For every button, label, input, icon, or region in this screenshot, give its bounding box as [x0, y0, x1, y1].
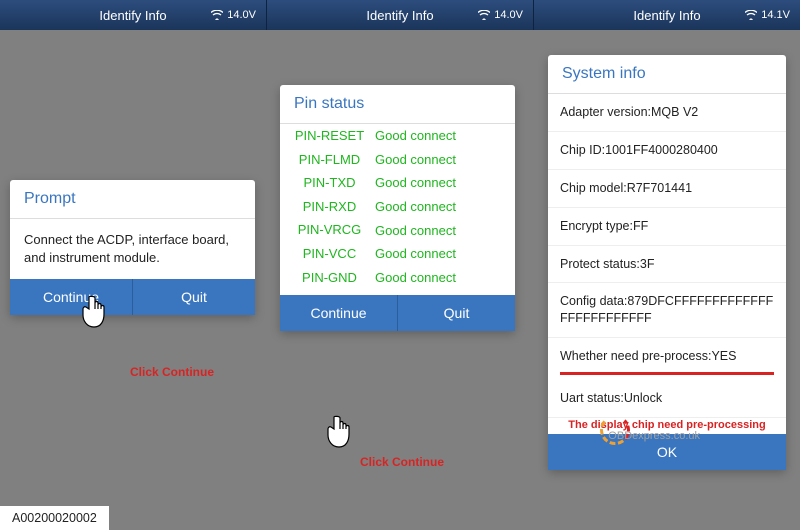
- ok-button[interactable]: OK: [548, 434, 786, 470]
- pin-row: PIN-RESET Good connect: [280, 124, 515, 148]
- pin-row: PIN-RXD Good connect: [280, 195, 515, 219]
- wifi-icon: [478, 10, 490, 20]
- system-info-dialog: System info Adapter version:MQB V2 Chip …: [548, 55, 786, 470]
- pin-name: PIN-FLMD: [292, 152, 367, 168]
- red-underline: [560, 372, 774, 375]
- quit-button[interactable]: Quit: [398, 295, 515, 331]
- pin-status: Good connect: [367, 199, 456, 214]
- sys-row: Config data:879DFCFFFFFFFFFFFFFFFFFFFFFF…: [548, 283, 786, 338]
- sys-row: Uart status:Unlock: [548, 376, 786, 418]
- pin-status: Good connect: [367, 152, 456, 167]
- prompt-buttons: Continue Quit: [10, 279, 255, 315]
- prompt-title: Prompt: [10, 180, 255, 219]
- pin-status-dialog: Pin status PIN-RESET Good connect PIN-FL…: [280, 85, 515, 331]
- quit-button[interactable]: Quit: [133, 279, 255, 315]
- wifi-icon: [211, 10, 223, 20]
- pin-rows: PIN-RESET Good connect PIN-FLMD Good con…: [280, 124, 515, 295]
- pin-row: PIN-VRCG Good connect: [280, 218, 515, 242]
- header-voltage: 14.0V: [494, 9, 523, 21]
- header-cell-1: Identify Info 14.0V: [0, 0, 267, 30]
- header-status: 14.0V: [211, 9, 256, 21]
- header-status: 14.0V: [478, 9, 523, 21]
- sys-row: Chip model:R7F701441: [548, 170, 786, 208]
- pin-name: PIN-TXD: [292, 175, 367, 191]
- sys-row: Whether need pre-process:YES: [548, 338, 786, 375]
- header-status: 14.1V: [745, 9, 790, 21]
- pin-status-title: Pin status: [280, 85, 515, 124]
- sys-row: Encrypt type:FF: [548, 208, 786, 246]
- header-voltage: 14.0V: [227, 9, 256, 21]
- pin-row: PIN-VCC Good connect: [280, 242, 515, 266]
- preprocess-note: The display chip need pre-processing: [548, 418, 786, 434]
- sys-row: Chip ID:1001FF4000280400: [548, 132, 786, 170]
- header-title: Identify Info: [366, 8, 433, 23]
- pin-buttons: Continue Quit: [280, 295, 515, 331]
- pin-row: PIN-GND Good connect: [280, 266, 515, 296]
- pin-name: PIN-VRCG: [292, 222, 367, 238]
- pin-row: PIN-TXD Good connect: [280, 171, 515, 195]
- pin-row: PIN-FLMD Good connect: [280, 148, 515, 172]
- header-cell-3: Identify Info 14.1V: [534, 0, 800, 30]
- annotation-click-continue-1: Click Continue: [130, 365, 214, 379]
- continue-button[interactable]: Continue: [10, 279, 133, 315]
- header-title: Identify Info: [99, 8, 166, 23]
- sys-row: Protect status:3F: [548, 246, 786, 284]
- pin-status: Good connect: [367, 175, 456, 190]
- pin-name: PIN-RXD: [292, 199, 367, 215]
- system-info-title: System info: [548, 55, 786, 94]
- prompt-body: Connect the ACDP, interface board, and i…: [10, 219, 255, 279]
- header-cell-2: Identify Info 14.0V: [267, 0, 534, 30]
- header-bar: Identify Info 14.0V Identify Info 14.0V …: [0, 0, 800, 30]
- cursor-icon: [325, 415, 351, 449]
- pin-status: Good connect: [367, 270, 456, 285]
- header-voltage: 14.1V: [761, 9, 790, 21]
- header-title: Identify Info: [633, 8, 700, 23]
- prompt-dialog: Prompt Connect the ACDP, interface board…: [10, 180, 255, 315]
- pin-name: PIN-RESET: [292, 128, 367, 144]
- pin-status: Good connect: [367, 128, 456, 143]
- wifi-icon: [745, 10, 757, 20]
- continue-button[interactable]: Continue: [280, 295, 398, 331]
- system-info-rows[interactable]: Adapter version:MQB V2 Chip ID:1001FF400…: [548, 94, 786, 418]
- sys-row: Adapter version:MQB V2: [548, 94, 786, 132]
- bottom-code: A00200020002: [0, 506, 109, 530]
- annotation-click-continue-2: Click Continue: [360, 455, 444, 469]
- pin-status: Good connect: [367, 246, 456, 261]
- pin-name: PIN-GND: [292, 270, 367, 286]
- pin-name: PIN-VCC: [292, 246, 367, 262]
- pin-status: Good connect: [367, 223, 456, 238]
